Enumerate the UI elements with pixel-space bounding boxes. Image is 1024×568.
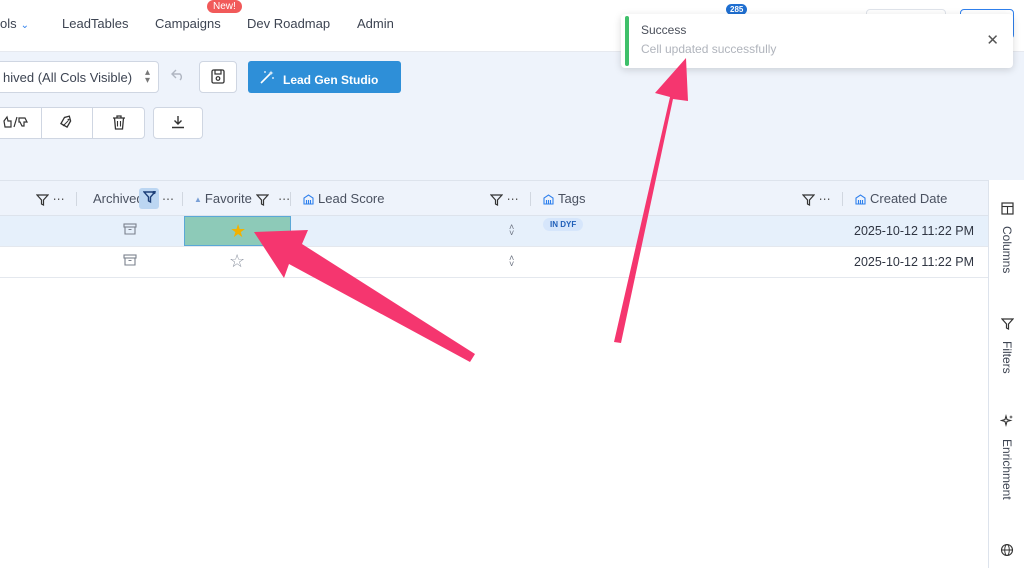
toolbar-area: hived (All Cols Visible) ▴ ▾ Lead Gen Stu…	[0, 52, 1024, 180]
side-tab-filters[interactable]: Filters	[989, 317, 1024, 374]
column-separator	[182, 192, 183, 206]
nav-item-admin[interactable]: Admin	[357, 16, 394, 31]
toast-accent-bar	[625, 16, 629, 66]
side-tab-label: Columns	[1000, 226, 1014, 274]
side-tab-globe[interactable]	[989, 543, 1024, 562]
archive-box-icon[interactable]	[123, 254, 137, 269]
close-icon[interactable]: ✕	[986, 31, 999, 49]
side-tab-label: Filters	[1000, 341, 1014, 374]
column-header-archived[interactable]: Archived	[93, 181, 144, 215]
nav-item-label: ols	[0, 16, 17, 31]
new-badge: New!	[207, 0, 242, 13]
column-menu-icon[interactable]: ⋯	[53, 192, 66, 206]
view-select[interactable]: hived (All Cols Visible) ▴ ▾	[0, 61, 159, 93]
archive-box-icon[interactable]	[123, 223, 137, 238]
star-filled-icon[interactable]: ★	[230, 221, 246, 241]
column-label: Favorite	[204, 191, 252, 206]
column-label: Created Date	[870, 191, 948, 206]
expand-toggle-icon[interactable]: ˄ ˅	[509, 254, 514, 269]
nav-item-tools[interactable]: ols ⌄	[0, 16, 29, 31]
side-panel: Columns Filters Enrichment	[988, 180, 1024, 568]
created-date-cell: 2025-10-12 11:22 PM	[854, 255, 974, 269]
save-icon	[211, 69, 225, 84]
nav-item-campaigns[interactable]: Campaigns	[155, 16, 221, 31]
trash-icon	[112, 115, 126, 133]
column-header-lead-score[interactable]: Lead Score	[303, 181, 385, 215]
nav-item-dev-roadmap[interactable]: Dev Roadmap	[247, 16, 330, 31]
table-row[interactable]: ☆ ˄ ˅ 2025-10-12 11:22 PM	[0, 247, 988, 278]
sort-asc-icon: ▲	[194, 195, 202, 205]
column-separator	[290, 192, 291, 206]
view-select-value: hived (All Cols Visible)	[3, 70, 133, 85]
thumbs-up-down-icon	[3, 115, 29, 132]
tag-icon	[59, 115, 75, 134]
app-window: ols ⌄ LeadTables Campaigns New! Dev Roadm…	[0, 0, 1024, 568]
row-action-group	[0, 107, 145, 139]
column-label: Tags	[558, 191, 586, 206]
prev-column-filter-icon[interactable]: ⋯	[36, 181, 66, 215]
column-label: Lead Score	[318, 191, 385, 206]
thumbs-button[interactable]	[0, 108, 42, 138]
tags-filter[interactable]: ⋯	[802, 181, 832, 215]
building-icon	[855, 194, 866, 205]
column-label: Archived	[93, 191, 144, 206]
globe-icon	[1000, 543, 1014, 557]
grid-header: ⋯ Archived ⋯ ▲ Favorite ⋯ Lead Score ⋯ Ta…	[0, 180, 988, 216]
column-separator	[76, 192, 77, 206]
created-date-cell: 2025-10-12 11:22 PM	[854, 224, 974, 238]
undo-icon	[171, 69, 182, 81]
magic-wand-icon	[260, 70, 275, 87]
building-icon	[543, 194, 554, 205]
sparkle-icon	[999, 413, 1013, 428]
favorite-cell[interactable]: ★	[184, 216, 291, 246]
column-separator	[842, 192, 843, 206]
archived-column-menu[interactable]: ⋯	[162, 181, 175, 215]
lead-score-filter[interactable]: ⋯	[490, 181, 520, 215]
column-header-tags[interactable]: Tags	[543, 181, 585, 215]
toast-message: Cell updated successfully	[641, 42, 777, 56]
favorite-cell[interactable]: ☆	[184, 247, 291, 277]
building-icon	[303, 194, 314, 205]
download-button[interactable]	[153, 107, 203, 139]
side-tab-label: Enrichment	[1000, 439, 1014, 500]
tag-badge: IN DYF	[543, 218, 584, 231]
toast-title: Success	[641, 23, 687, 37]
column-header-created-date[interactable]: Created Date	[855, 181, 947, 215]
select-arrows-icon: ▴ ▾	[144, 67, 150, 86]
filter-icon	[1000, 318, 1014, 330]
success-toast: Success Cell updated successfully ✕	[621, 14, 1013, 68]
delete-button[interactable]	[93, 108, 144, 138]
lead-gen-studio-button[interactable]: Lead Gen Studio	[248, 61, 401, 93]
side-tab-enrichment[interactable]: Enrichment	[989, 413, 1024, 500]
column-header-favorite[interactable]: ▲ Favorite ⋯	[194, 181, 291, 215]
columns-icon	[1000, 202, 1014, 215]
column-separator	[530, 192, 531, 206]
save-view-button[interactable]	[199, 61, 237, 93]
expand-toggle-icon[interactable]: ˄ ˅	[509, 223, 514, 238]
tag-button[interactable]	[42, 108, 93, 138]
column-menu-icon[interactable]: ⋯	[162, 192, 175, 206]
table-row[interactable]: ★ ˄ ˅ IN DYF 2025-10-12 11:22 PM	[0, 216, 988, 247]
studio-button-label: Lead Gen Studio	[283, 73, 379, 87]
archived-filter-active-icon[interactable]	[139, 188, 159, 209]
chevron-down-icon: ⌄	[20, 20, 30, 31]
side-tab-columns[interactable]: Columns	[989, 202, 1024, 273]
undo-button[interactable]	[165, 65, 191, 89]
column-menu-icon[interactable]: ⋯	[507, 192, 520, 206]
nav-item-leadtables[interactable]: LeadTables	[62, 16, 129, 31]
column-menu-icon[interactable]: ⋯	[819, 192, 832, 206]
download-icon	[172, 116, 184, 129]
star-outline-icon[interactable]: ☆	[229, 251, 245, 271]
